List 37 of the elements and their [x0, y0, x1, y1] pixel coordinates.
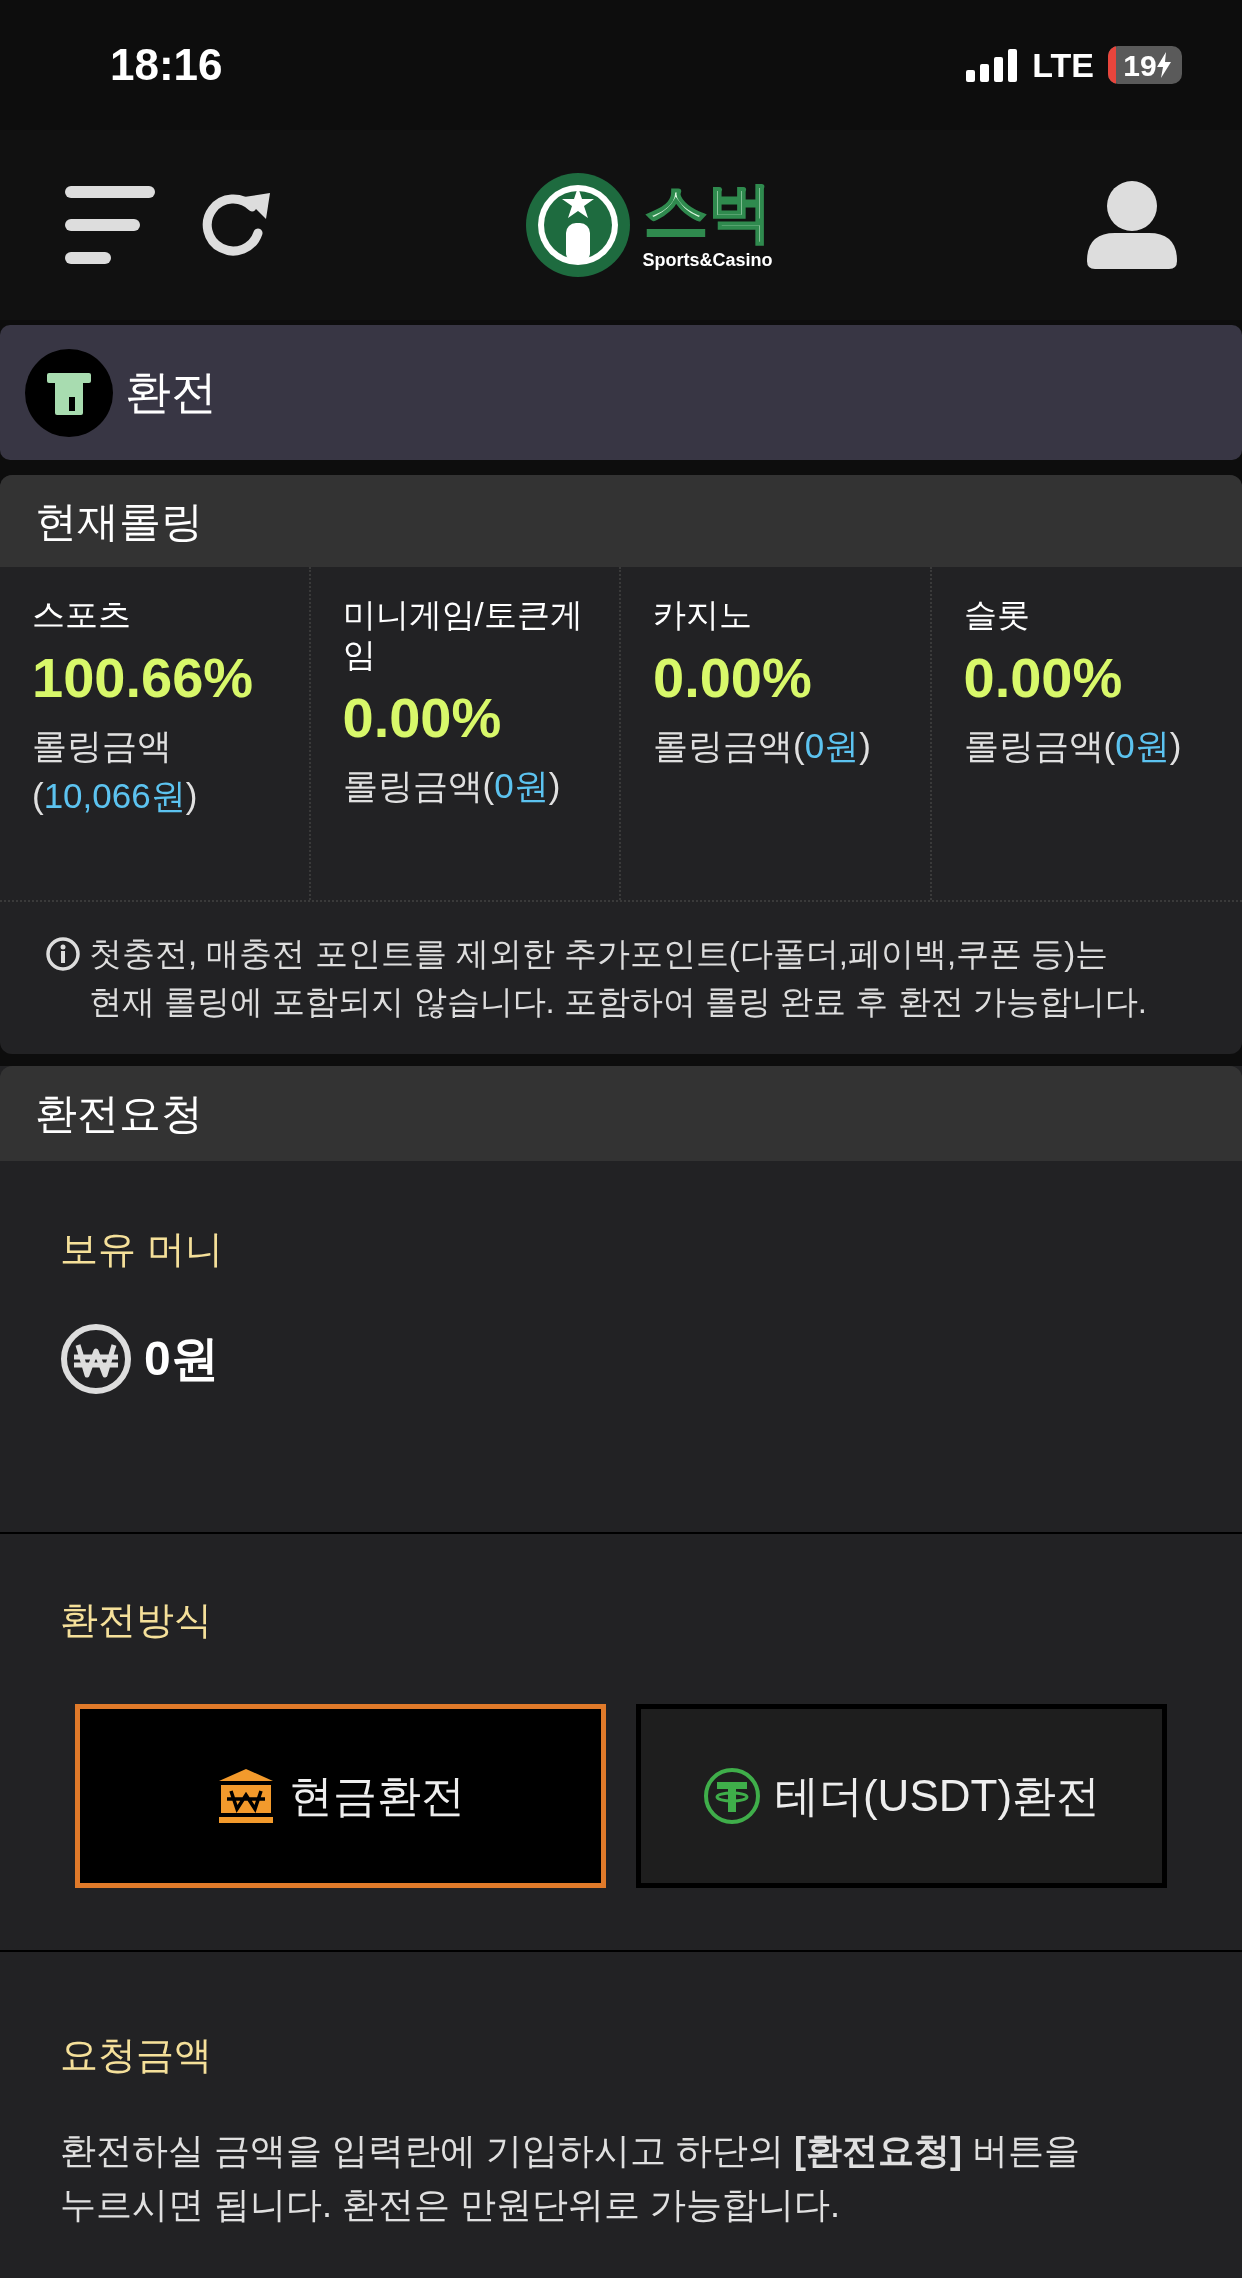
- brand-tagline: Sports&Casino: [642, 248, 773, 272]
- category-name: 카지노: [653, 595, 752, 635]
- rolling-notice: 첫충전, 매충전 포인트를 제외한 추가포인트(다폴더,페이백,쿠폰 등)는 현재 롤링에 포함되지 않습니다. 포함하여 롤링 완료 후 환전 가능합니다.: [89, 934, 1148, 1022]
- emblem-icon: [526, 173, 631, 277]
- method-button[interactable]: 테더(USDT)환전: [636, 1704, 1167, 1888]
- rolling-amount: 롤링금액(10,066원): [32, 725, 199, 817]
- rolling-percent: 0.00%: [653, 645, 812, 711]
- tether-icon: [702, 1767, 761, 1825]
- network-label: LTE: [1032, 44, 1094, 86]
- info-icon: [45, 936, 81, 972]
- signal-icon: [966, 48, 1019, 82]
- field-label: 보유 머니: [60, 1227, 223, 1272]
- status-time: 18:16: [110, 39, 223, 91]
- bank-icon: [216, 1767, 275, 1825]
- page-title: 환전: [125, 365, 217, 420]
- field-label: 요청금액: [60, 2033, 212, 2078]
- menu-icon[interactable]: [65, 186, 155, 264]
- brand-name: 스벅: [643, 176, 772, 247]
- rolling-amount: 롤링금액(0원): [342, 765, 561, 807]
- category-name: 스포츠: [32, 595, 131, 635]
- category-name: 슬롯: [963, 595, 1030, 635]
- section-title: 현재롤링: [35, 496, 203, 547]
- field-label: 환전방식: [60, 1598, 212, 1643]
- category-name: 미니게임/토큰게임: [342, 595, 584, 675]
- user-icon[interactable]: [1087, 181, 1177, 269]
- rolling-percent: 0.00%: [963, 645, 1123, 711]
- won-coin-icon: [60, 1323, 132, 1395]
- rolling-percent: 100.66%: [32, 645, 254, 711]
- rolling-amount: 롤링금액(0원): [963, 725, 1182, 767]
- atm-icon: [25, 348, 113, 437]
- rolling-amount: 롤링금액(0원): [653, 725, 871, 767]
- instruction-text: 환전하실 금액을 입력란에 기입하시고 하단의 [환전요청] 버튼을 누르시면 됩니다. 환전은 만원단위로 가능합니다.: [60, 2129, 1081, 2227]
- balance-amount: 0원: [144, 1331, 219, 1387]
- battery-indicator: 19: [1108, 46, 1182, 84]
- rolling-percent: 0.00%: [342, 685, 502, 751]
- section-title: 환전요청: [35, 1089, 203, 1139]
- method-button[interactable]: 현금환전: [75, 1704, 606, 1888]
